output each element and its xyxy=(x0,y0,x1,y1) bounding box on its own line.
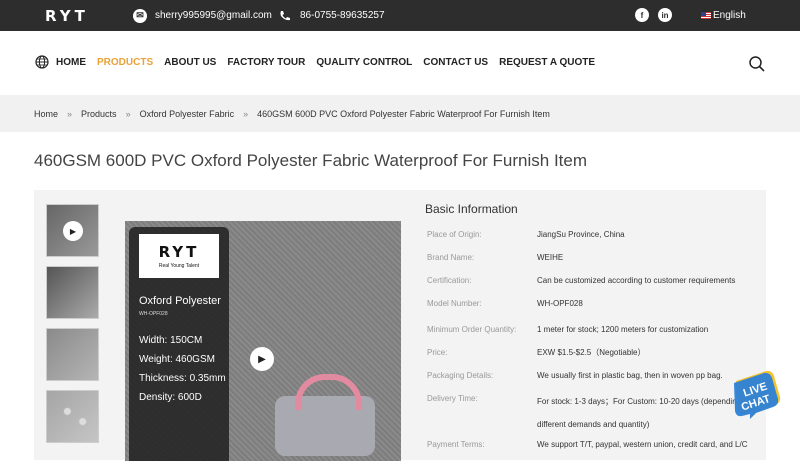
thumbnail-image-4[interactable] xyxy=(46,390,99,443)
card-spec: Weight: 460GSM xyxy=(139,354,215,365)
card-product-name: Oxford Polyester xyxy=(139,295,221,307)
main-product-image[interactable]: RYT Real Young Talent Oxford Polyester W… xyxy=(125,221,401,461)
nav-products[interactable]: PRODUCTS xyxy=(97,57,153,68)
breadcrumb-products[interactable]: Products xyxy=(81,109,117,119)
info-value: WEIHE xyxy=(537,253,564,262)
info-label: Model Number: xyxy=(427,299,482,308)
main-nav: HOME PRODUCTS ABOUT US FACTORY TOUR QUAL… xyxy=(0,31,800,95)
bag-illustration xyxy=(275,374,375,456)
mail-icon: ✉ xyxy=(133,8,147,23)
nav-quality-control[interactable]: QUALITY CONTROL xyxy=(316,57,412,68)
breadcrumb-category[interactable]: Oxford Polyester Fabric xyxy=(140,109,235,119)
info-label: Packaging Details: xyxy=(427,371,494,380)
facebook-icon[interactable]: f xyxy=(635,8,649,22)
info-value: Can be customized according to customer … xyxy=(537,276,736,285)
info-heading: Basic Information xyxy=(425,202,518,216)
card-logo: RYT Real Young Talent xyxy=(139,234,219,278)
info-label: Certification: xyxy=(427,276,472,285)
nav-request-quote[interactable]: REQUEST A QUOTE xyxy=(499,57,595,68)
email-text: sherry995995@gmail.com xyxy=(155,10,272,21)
nav-menu: HOME PRODUCTS ABOUT US FACTORY TOUR QUAL… xyxy=(56,57,595,68)
info-value: We support T/T, paypal, western union, c… xyxy=(537,440,748,449)
site-logo[interactable]: RYT xyxy=(45,6,89,25)
email-link[interactable]: ✉ sherry995995@gmail.com xyxy=(133,0,272,31)
info-value: 1 meter for stock; 1200 meters for custo… xyxy=(537,325,709,334)
language-selector[interactable]: English xyxy=(701,0,746,31)
product-panel: ▶ RYT Real Young Talent Oxford Polyester… xyxy=(34,190,766,461)
info-label: Price: xyxy=(427,348,448,357)
info-value: EXW $1.5-$2.5（Negotiable） xyxy=(537,348,646,357)
card-spec: Density: 600D xyxy=(139,392,202,403)
page-title: 460GSM 600D PVC Oxford Polyester Fabric … xyxy=(34,151,588,170)
info-label: Place of Origin: xyxy=(427,230,482,239)
play-icon: ▶ xyxy=(63,221,83,241)
card-tagline: Real Young Talent xyxy=(158,263,200,269)
phone-icon xyxy=(278,9,292,23)
card-spec: Width: 150CM xyxy=(139,335,203,346)
breadcrumb-separator: » xyxy=(67,108,73,119)
breadcrumb-separator: » xyxy=(243,108,249,119)
info-value: WH-OPF028 xyxy=(537,299,583,308)
nav-about-us[interactable]: ABOUT US xyxy=(164,57,216,68)
card-spec: Thickness: 0.35mm xyxy=(139,373,226,384)
nav-contact-us[interactable]: CONTACT US xyxy=(423,57,488,68)
live-chat-button[interactable]: LIVE CHAT xyxy=(730,367,782,419)
spec-card: RYT Real Young Talent Oxford Polyester W… xyxy=(129,227,229,461)
thumbnail-video-1[interactable]: ▶ xyxy=(46,204,99,257)
thumbnail-image-2[interactable] xyxy=(46,266,99,319)
logo-text: RYT xyxy=(45,6,89,25)
language-label: English xyxy=(713,10,746,21)
us-flag-icon xyxy=(701,12,711,19)
info-label: Payment Terms: xyxy=(427,440,485,449)
globe-icon[interactable] xyxy=(35,55,49,69)
thumbnail-image-3[interactable] xyxy=(46,328,99,381)
basic-information: Basic Information Place of Origin: Jiang… xyxy=(425,202,766,449)
breadcrumb-current: 460GSM 600D PVC Oxford Polyester Fabric … xyxy=(257,108,550,119)
search-icon[interactable] xyxy=(748,55,766,73)
breadcrumb: Home » Products » Oxford Polyester Fabri… xyxy=(0,95,800,132)
info-label: Delivery Time: xyxy=(427,394,478,403)
nav-factory-tour[interactable]: FACTORY TOUR xyxy=(227,57,305,68)
breadcrumb-separator: » xyxy=(125,108,131,119)
phone-link[interactable]: 86-0755-89635257 xyxy=(278,0,385,31)
linkedin-icon[interactable]: in xyxy=(658,8,672,22)
phone-text: 86-0755-89635257 xyxy=(300,10,385,21)
video-play-button[interactable]: ▶ xyxy=(250,347,274,371)
info-label: Brand Name: xyxy=(427,253,475,262)
thumbnail-list: ▶ xyxy=(46,204,100,452)
info-label: Minimum Order Quantity: xyxy=(427,325,517,334)
card-model: WH-OPF028 xyxy=(139,311,168,317)
top-bar: RYT ✉ sherry995995@gmail.com 86-0755-896… xyxy=(0,0,800,31)
nav-home[interactable]: HOME xyxy=(56,57,86,68)
info-value: JiangSu Province, China xyxy=(537,230,625,239)
breadcrumb-home[interactable]: Home xyxy=(34,109,58,119)
card-brand: RYT xyxy=(158,243,200,261)
